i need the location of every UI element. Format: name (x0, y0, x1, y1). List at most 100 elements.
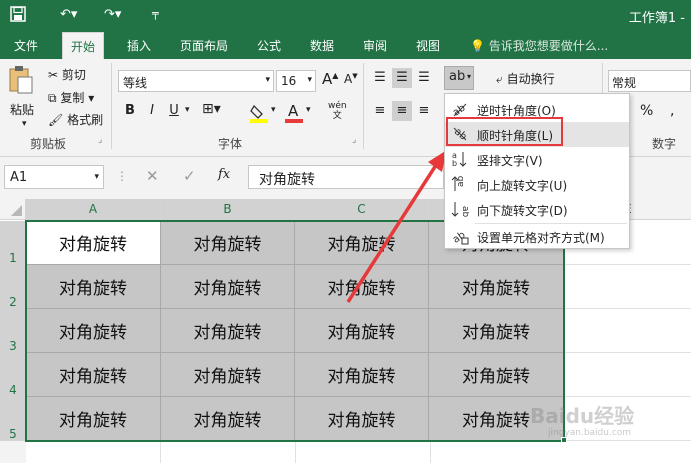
menu-item-vertical-text[interactable]: ab 竖排文字(V) (445, 147, 629, 172)
cell-a2[interactable]: 对角旋转 (26, 265, 161, 309)
separator (363, 63, 364, 149)
orientation-button[interactable]: ab ▾ (444, 66, 474, 90)
cell-a5[interactable]: 对角旋转 (26, 397, 161, 441)
borders-icon[interactable]: ⊞▾ (202, 101, 221, 117)
font-group-label: 字体 (218, 137, 243, 151)
number-group-label: 数字 (652, 137, 677, 151)
enter-icon[interactable]: ✓ (183, 167, 196, 185)
wrap-text-icon: ⤶ (496, 72, 503, 86)
cell-a1[interactable]: 对角旋转 (26, 221, 161, 265)
column-header-a[interactable]: A (26, 199, 161, 220)
tab-insert[interactable]: 插入 (127, 37, 151, 54)
paste-dropdown-icon[interactable]: ▾ (22, 119, 27, 129)
cell-b4[interactable]: 对角旋转 (161, 353, 295, 397)
tab-data[interactable]: 数据 (310, 37, 334, 54)
cell-b3[interactable]: 对角旋转 (161, 309, 295, 353)
row-header-6[interactable] (0, 441, 26, 463)
italic-button[interactable]: I (142, 101, 162, 121)
cell-d3[interactable]: 对角旋转 (429, 309, 564, 353)
font-color-icon[interactable]: A (285, 101, 303, 123)
copy-icon: ⧉ (48, 91, 57, 105)
underline-button[interactable]: U (164, 101, 184, 121)
row-header-4[interactable]: 4 (0, 353, 26, 397)
orientation-icon: ab (449, 69, 466, 84)
tell-me-text: 告诉我您想要做什么... (488, 39, 609, 53)
fill-dropdown-icon[interactable]: ▾ (271, 105, 276, 115)
tab-home[interactable]: 开始 (62, 32, 105, 59)
highlight-box (446, 117, 563, 146)
lightbulb-icon: 💡 (470, 39, 485, 53)
column-header-b[interactable]: B (161, 199, 295, 220)
svg-text:b: b (452, 159, 457, 168)
undo-icon[interactable]: ↶▾ (60, 7, 77, 22)
ribbon-tabs: 文件 开始 插入 页面布局 公式 数据 审阅 视图 💡 告诉我您想要做什么... (0, 30, 691, 59)
window-title: 工作簿1 - (628, 11, 685, 26)
number-format-select[interactable]: 常规 (608, 70, 691, 92)
cell-b1[interactable]: 对角旋转 (161, 221, 295, 265)
cell-c3[interactable]: 对角旋转 (295, 309, 429, 353)
insert-function-button[interactable]: fx (218, 167, 230, 182)
shrink-font-button[interactable]: A▼ (344, 72, 358, 86)
grow-font-button[interactable]: A▲ (322, 70, 338, 88)
empty-cells (26, 441, 564, 463)
customize-qat-icon[interactable]: ╤ (152, 7, 159, 20)
menu-item-label: 向上旋转文字(U) (477, 179, 568, 193)
tab-review[interactable]: 审阅 (363, 37, 387, 54)
fill-color-icon[interactable] (250, 103, 268, 123)
font-color-dropdown-icon[interactable]: ▾ (306, 105, 311, 115)
row-header-5[interactable]: 5 (0, 397, 26, 441)
bottom-align-icon[interactable]: ☰ (414, 68, 434, 88)
cut-button[interactable]: ✂ 剪切 (48, 66, 86, 83)
svg-text:ab: ab (456, 175, 466, 187)
font-size-select[interactable]: 16 ▾ (276, 70, 316, 92)
cell-b5[interactable]: 对角旋转 (161, 397, 295, 441)
cell-a4[interactable]: 对角旋转 (26, 353, 161, 397)
top-align-icon[interactable]: ☰ (370, 68, 390, 88)
row-header-2[interactable]: 2 (0, 265, 26, 309)
wrap-text-button[interactable]: ⤶ 自动换行 (496, 70, 555, 87)
menu-item-label: 向下旋转文字(D) (477, 204, 568, 218)
format-painter-button[interactable]: 🖌 格式刷 (48, 111, 103, 128)
format-cell-alignment-icon: ab (451, 227, 469, 245)
menu-item-format-alignment[interactable]: ab 设置单元格对齐方式(M) (445, 224, 629, 249)
save-icon[interactable] (10, 6, 26, 22)
bold-button[interactable]: B (120, 101, 140, 121)
percent-button[interactable]: % (640, 103, 653, 119)
cell-c4[interactable]: 对角旋转 (295, 353, 429, 397)
menu-item-rotate-down[interactable]: ab 向下旋转文字(D) (445, 197, 629, 222)
paste-button[interactable]: 粘贴 (10, 101, 34, 118)
svg-text:ab: ab (460, 206, 469, 218)
cell-c5[interactable]: 对角旋转 (295, 397, 429, 441)
copy-button[interactable]: ⧉ 复制 ▾ (48, 89, 94, 106)
tab-view[interactable]: 视图 (416, 37, 440, 54)
font-name-select[interactable]: 等线 ▾ (118, 70, 274, 92)
comma-style-button[interactable]: , (670, 103, 674, 119)
cell-a3[interactable]: 对角旋转 (26, 309, 161, 353)
redo-icon[interactable]: ↷▾ (104, 7, 121, 22)
align-center-icon[interactable]: ≡ (392, 101, 412, 121)
align-left-icon[interactable]: ≡ (370, 101, 390, 121)
tab-file[interactable]: 文件 (14, 37, 38, 54)
row-header-1[interactable]: 1 (0, 221, 26, 265)
chevron-down-icon: ▾ (466, 72, 471, 81)
menu-item-rotate-up[interactable]: ab 向上旋转文字(U) (445, 172, 629, 197)
select-all-corner[interactable] (0, 199, 26, 220)
name-box[interactable]: A1 ▾ (4, 165, 104, 189)
underline-dropdown-icon[interactable]: ▾ (185, 105, 190, 115)
rotate-text-down-icon: ab (451, 200, 469, 218)
tab-formulas[interactable]: 公式 (257, 37, 281, 54)
clipboard-launcher-icon[interactable]: ⌟ (98, 135, 102, 145)
tab-page-layout[interactable]: 页面布局 (180, 37, 228, 54)
phonetic-button[interactable]: wén 文 (328, 101, 347, 121)
align-right-icon[interactable]: ≡ (414, 101, 434, 121)
tell-me-box[interactable]: 💡 告诉我您想要做什么... (470, 37, 608, 54)
watermark-subtext: jingyan.baidu.com (548, 428, 632, 438)
menu-item-label: 设置单元格对齐方式(M) (477, 231, 605, 245)
clipboard-group-label: 剪贴板 (30, 137, 67, 151)
middle-align-icon[interactable]: ☰ (392, 68, 412, 88)
row-header-3[interactable]: 3 (0, 309, 26, 353)
cell-d4[interactable]: 对角旋转 (429, 353, 564, 397)
paste-icon[interactable] (8, 65, 34, 95)
cancel-icon[interactable]: ✕ (146, 167, 159, 185)
cell-b2[interactable]: 对角旋转 (161, 265, 295, 309)
